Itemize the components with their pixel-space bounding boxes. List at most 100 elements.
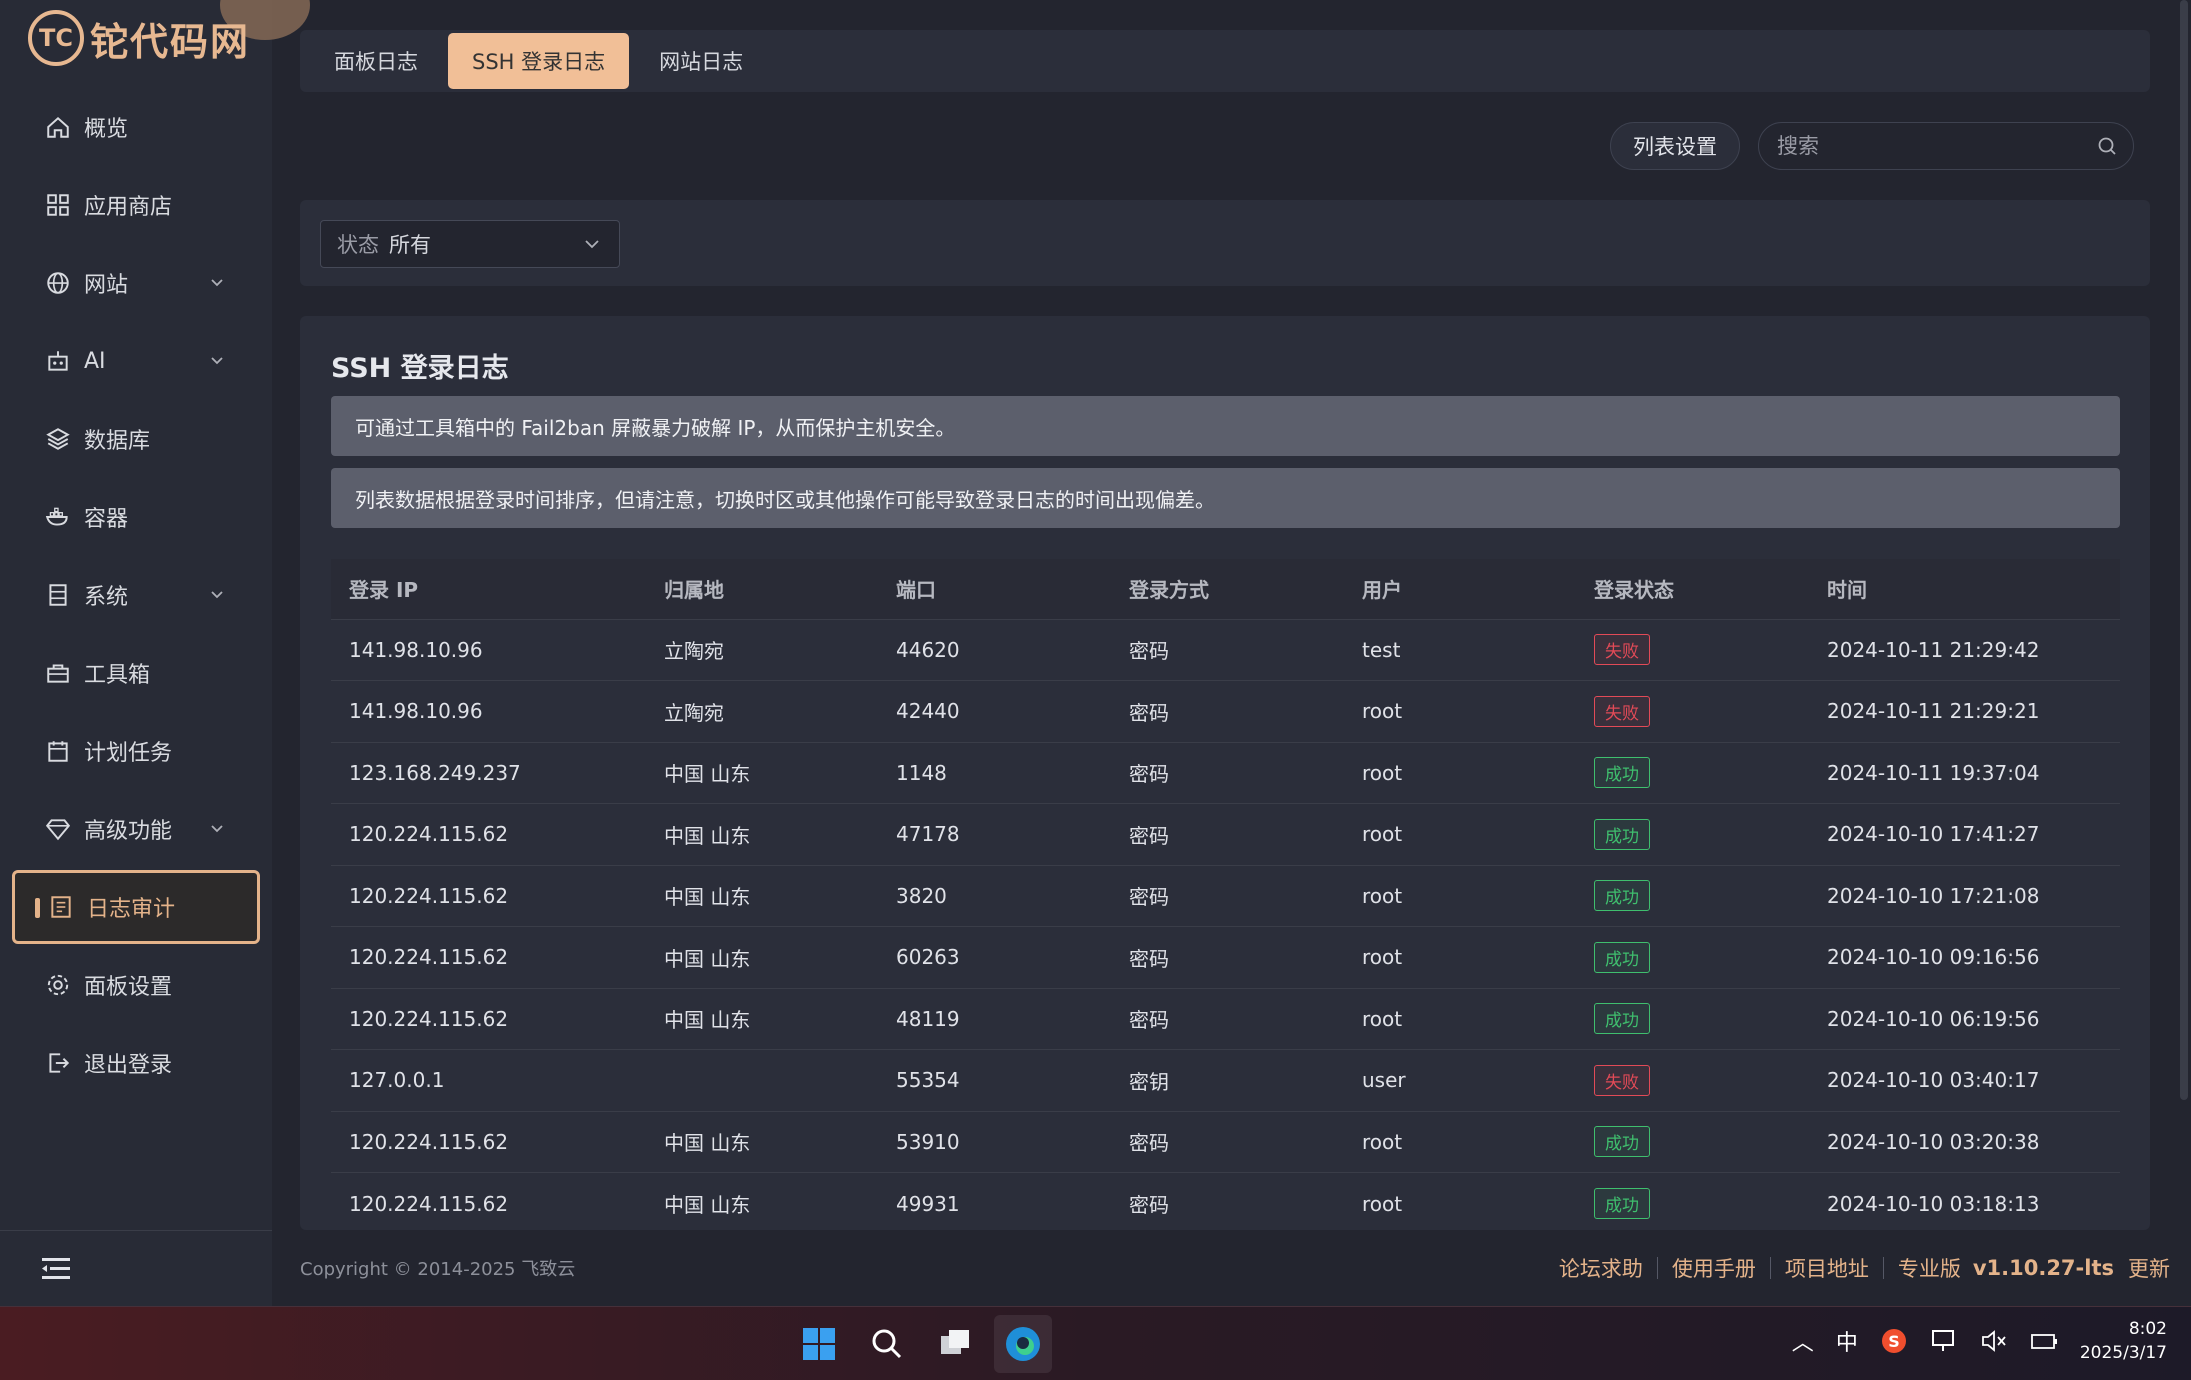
network-icon[interactable] xyxy=(1930,1328,1958,1354)
column-header[interactable]: 归属地 xyxy=(646,559,878,619)
logo-text: 铊代码网 xyxy=(90,19,251,64)
tab-0[interactable]: 面板日志 xyxy=(310,33,442,89)
sidebar-item-label: 面板设置 xyxy=(84,975,173,1000)
table-row[interactable]: 120.224.115.62 中国 山东 47178 密码 root 成功 2024-10-… xyxy=(331,803,2120,865)
windows-start-icon[interactable] xyxy=(790,1315,848,1373)
footer-link-1[interactable]: 使用手册 xyxy=(1672,1253,1756,1283)
collapse-sidebar-button[interactable] xyxy=(0,1230,272,1306)
column-header[interactable]: 登录方式 xyxy=(1111,559,1344,619)
sidebar-item-3[interactable]: AI xyxy=(12,324,260,398)
app-logo[interactable]: TC 铊代码网 xyxy=(28,10,250,66)
battery-icon[interactable] xyxy=(2030,1328,2058,1354)
cell-user: root xyxy=(1344,803,1576,865)
sidebar-item-12[interactable]: 退出登录 xyxy=(12,1026,260,1100)
cell-time: 2024-10-11 21:29:42 xyxy=(1809,618,2120,681)
sogou-icon[interactable]: S xyxy=(1880,1327,1908,1355)
cell-ip: 120.224.115.62 xyxy=(331,926,646,988)
tab-2[interactable]: 网站日志 xyxy=(635,33,767,89)
table-row[interactable]: 141.98.10.96 立陶宛 44620 密码 test 失败 2024-10-11 2… xyxy=(331,618,2120,681)
sidebar: TC 铊代码网 概览 应用商店 网站 AI 数据库 容器 系统 工具箱计划任务高级功能日志审计… xyxy=(0,0,310,1306)
status-badge: 成功 xyxy=(1594,1126,1650,1158)
sidebar-item-5[interactable]: 容器 xyxy=(12,480,260,554)
table-row[interactable]: 120.224.115.62 中国 山东 60263 密码 root 成功 2024-10-… xyxy=(331,926,2120,988)
grid-icon xyxy=(44,191,72,219)
column-header[interactable]: 用户 xyxy=(1344,559,1576,619)
cell-location: 中国 山东 xyxy=(646,987,878,1050)
table-row[interactable]: 123.168.249.237 中国 山东 1148 密码 root 成功 2024-10-… xyxy=(331,741,2120,804)
cell-status: 成功 xyxy=(1576,1172,1809,1230)
tab-1[interactable]: SSH 登录日志 xyxy=(448,33,630,89)
system-clock[interactable]: 8:02 2025/3/17 xyxy=(2080,1317,2167,1365)
sidebar-item-11[interactable]: 面板设置 xyxy=(12,948,260,1022)
edge-browser-icon[interactable] xyxy=(994,1315,1052,1373)
docker-icon xyxy=(44,503,72,531)
cell-status: 失败 xyxy=(1576,680,1809,742)
sidebar-nav: 概览 应用商店 网站 AI 数据库 容器 系统 工具箱计划任务高级功能日志审计面板设置退出登录 xyxy=(12,90,260,1104)
search-taskbar-icon[interactable] xyxy=(858,1315,916,1373)
sidebar-item-1[interactable]: 应用商店 xyxy=(12,168,260,242)
status-badge: 成功 xyxy=(1594,757,1650,789)
sidebar-item-2[interactable]: 网站 xyxy=(12,246,260,320)
sidebar-item-0[interactable]: 概览 xyxy=(12,90,260,164)
cell-port: 49931 xyxy=(878,1172,1111,1230)
update-link[interactable]: 更新 xyxy=(2128,1253,2170,1283)
cell-ip: 120.224.115.62 xyxy=(331,1110,646,1173)
table-row[interactable]: 120.224.115.62 中国 山东 49931 密码 root 成功 2024-10-… xyxy=(331,1172,2120,1230)
layers-icon xyxy=(44,425,72,453)
table-row[interactable]: 120.224.115.62 中国 山东 48119 密码 root 成功 2024-10-… xyxy=(331,987,2120,1050)
table-row[interactable]: 141.98.10.96 立陶宛 42440 密码 root 失败 2024-10-11 2… xyxy=(331,680,2120,742)
page-scrollbar[interactable] xyxy=(2180,0,2188,1100)
sidebar-item-7[interactable]: 工具箱 xyxy=(12,636,260,710)
cell-user: root xyxy=(1344,741,1576,804)
sidebar-item-6[interactable]: 系统 xyxy=(12,558,260,632)
sidebar-item-10[interactable]: 日志审计 xyxy=(12,870,260,944)
table-row[interactable]: 120.224.115.62 中国 山东 53910 密码 root 成功 2024-10-… xyxy=(331,1110,2120,1173)
chevron-down-icon xyxy=(208,818,226,843)
footer-link-3[interactable]: 专业版 xyxy=(1898,1253,1961,1283)
volume-muted-icon[interactable] xyxy=(1980,1328,2008,1354)
cell-port: 53910 xyxy=(878,1110,1111,1173)
cell-location: 中国 山东 xyxy=(646,741,878,804)
cell-method: 密码 xyxy=(1111,1110,1344,1173)
cell-user: root xyxy=(1344,987,1576,1050)
cell-method: 密码 xyxy=(1111,864,1344,927)
clock-time: 8:02 xyxy=(2128,1319,2167,1339)
robot-icon xyxy=(44,347,72,375)
cell-port: 1148 xyxy=(878,741,1111,804)
task-view-icon[interactable] xyxy=(926,1315,984,1373)
cell-port: 55354 xyxy=(878,1049,1111,1111)
column-header[interactable]: 登录状态 xyxy=(1576,559,1809,619)
footer: Copyright © 2014-2025 飞致云 论坛求助 使用手册 项目地址 专业… xyxy=(300,1246,2170,1290)
sidebar-item-9[interactable]: 高级功能 xyxy=(12,792,260,866)
cell-time: 2024-10-11 21:29:21 xyxy=(1809,680,2120,742)
sidebar-item-label: 退出登录 xyxy=(84,1053,173,1078)
cell-method: 密码 xyxy=(1111,803,1344,865)
column-settings-button[interactable]: 列表设置 xyxy=(1610,122,1740,170)
cell-ip: 141.98.10.96 xyxy=(331,680,646,742)
column-header[interactable]: 时间 xyxy=(1809,559,2120,619)
sidebar-item-label: 高级功能 xyxy=(84,819,173,844)
status-badge: 成功 xyxy=(1594,1188,1650,1219)
cell-status: 成功 xyxy=(1576,987,1809,1050)
sidebar-item-8[interactable]: 计划任务 xyxy=(12,714,260,788)
search-input[interactable] xyxy=(1775,133,2097,159)
status-filter-select[interactable]: 状态 所有 xyxy=(320,220,620,268)
ime-indicator[interactable]: 中 xyxy=(1836,1325,1858,1357)
footer-link-2[interactable]: 项目地址 xyxy=(1785,1253,1869,1283)
column-header[interactable]: 登录 IP xyxy=(331,559,646,619)
cell-user: root xyxy=(1344,864,1576,927)
table-header: 登录 IP 归属地 端口 登录方式 用户 登录状态 时间 xyxy=(331,559,2120,619)
cell-time: 2024-10-10 06:19:56 xyxy=(1809,987,2120,1050)
cell-time: 2024-10-11 19:37:04 xyxy=(1809,741,2120,804)
log-icon xyxy=(47,893,75,921)
table-row[interactable]: 127.0.0.1 55354 密钥 user 失败 2024-10-10 03:40:1… xyxy=(331,1049,2120,1111)
chevron-down-icon xyxy=(208,584,226,609)
search-icon[interactable] xyxy=(2097,136,2117,156)
sidebar-item-label: 计划任务 xyxy=(84,741,173,766)
sidebar-item-4[interactable]: 数据库 xyxy=(12,402,260,476)
column-header[interactable]: 端口 xyxy=(878,559,1111,619)
tray-expand-icon[interactable]: ︿ xyxy=(1792,1325,1814,1357)
cell-port: 42440 xyxy=(878,680,1111,742)
table-row[interactable]: 120.224.115.62 中国 山东 3820 密码 root 成功 2024-10-1… xyxy=(331,864,2120,927)
footer-link-0[interactable]: 论坛求助 xyxy=(1559,1253,1643,1283)
